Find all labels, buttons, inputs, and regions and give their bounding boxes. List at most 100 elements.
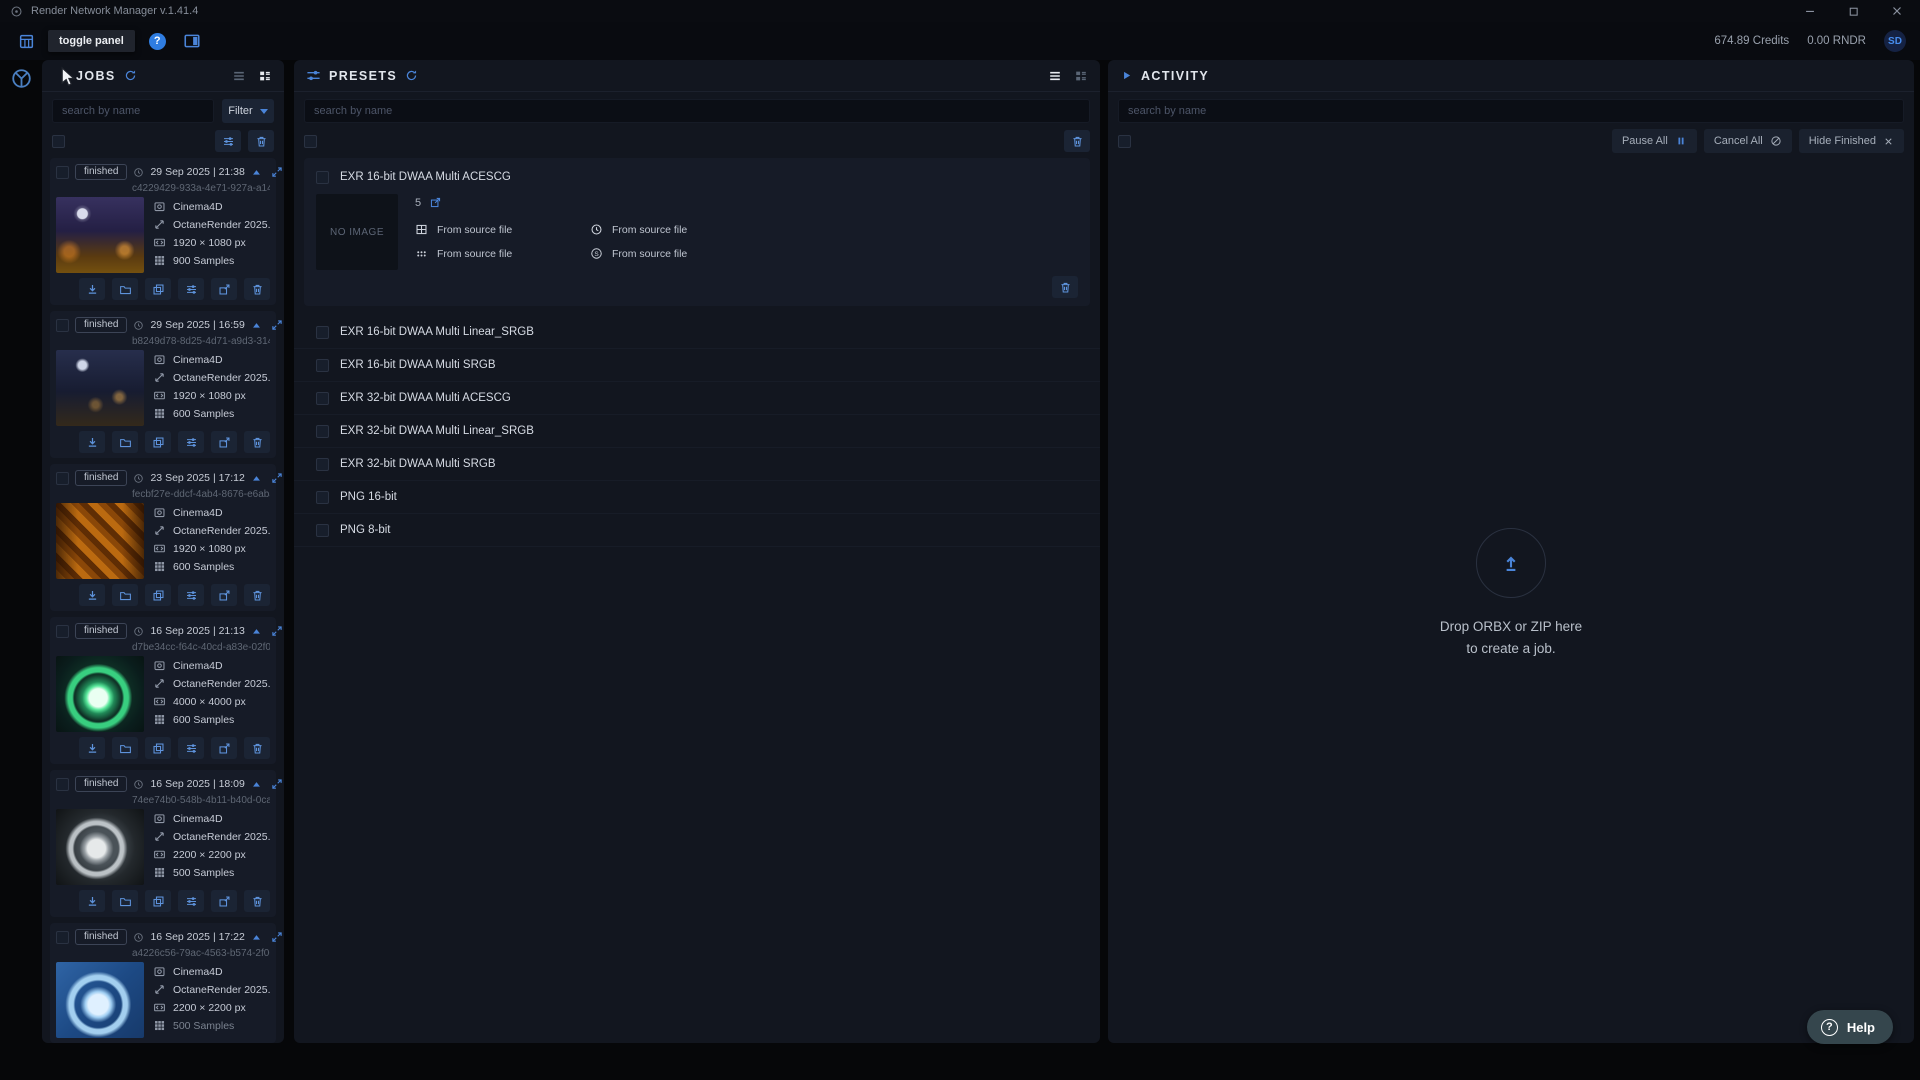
export-icon[interactable] <box>429 196 442 209</box>
job-settings-button[interactable] <box>178 890 204 912</box>
activity-search-input[interactable] <box>1118 99 1904 123</box>
close-button[interactable] <box>1890 4 1904 18</box>
expand-icon[interactable] <box>271 931 283 943</box>
job-settings-button[interactable] <box>178 737 204 759</box>
jobs-batch-delete-button[interactable] <box>248 130 274 152</box>
job-settings-button[interactable] <box>178 431 204 453</box>
duplicate-button[interactable] <box>145 737 171 759</box>
duplicate-button[interactable] <box>145 584 171 606</box>
job-card[interactable]: finished 29 Sep 2025 | 21:38 c4229429-93… <box>50 158 276 305</box>
job-checkbox[interactable] <box>56 625 69 638</box>
presets-search-input[interactable] <box>304 99 1090 123</box>
activity-select-all-checkbox[interactable] <box>1118 135 1131 148</box>
presets-refresh-icon[interactable] <box>405 69 418 82</box>
delete-button[interactable] <box>244 278 270 300</box>
collapse-icon[interactable] <box>251 932 262 943</box>
upload-icon[interactable] <box>1476 528 1546 598</box>
expand-icon[interactable] <box>271 166 283 178</box>
duplicate-button[interactable] <box>145 890 171 912</box>
download-button[interactable] <box>79 584 105 606</box>
preset-row[interactable]: PNG 8-bit <box>294 514 1100 547</box>
preset-row[interactable]: EXR 32-bit DWAA Multi SRGB <box>294 448 1100 481</box>
open-external-button[interactable] <box>211 890 237 912</box>
job-checkbox[interactable] <box>56 931 69 944</box>
job-card[interactable]: finished 16 Sep 2025 | 21:13 d7be34cc-f6… <box>50 617 276 764</box>
preset-checkbox[interactable] <box>316 524 329 537</box>
collapse-icon[interactable] <box>251 167 262 178</box>
presets-card-view-icon[interactable] <box>1074 69 1088 83</box>
open-folder-button[interactable] <box>112 737 138 759</box>
job-card[interactable]: finished 16 Sep 2025 | 18:09 74ee74b0-54… <box>50 770 276 917</box>
job-thumbnail[interactable] <box>56 656 144 732</box>
pause-all-button[interactable]: Pause All <box>1612 129 1697 153</box>
preset-checkbox[interactable] <box>316 359 329 372</box>
open-folder-button[interactable] <box>112 890 138 912</box>
open-external-button[interactable] <box>211 431 237 453</box>
preset-row[interactable]: EXR 32-bit DWAA Multi ACESCG <box>294 382 1100 415</box>
minimize-button[interactable] <box>1803 4 1817 18</box>
preset-delete-button[interactable] <box>1052 276 1078 298</box>
preset-card-expanded[interactable]: EXR 16-bit DWAA Multi ACESCG NO IMAGE 5 … <box>304 158 1090 306</box>
preset-row[interactable]: EXR 16-bit DWAA Multi SRGB <box>294 349 1100 382</box>
jobs-search-input[interactable] <box>52 99 214 123</box>
download-button[interactable] <box>79 278 105 300</box>
download-button[interactable] <box>79 737 105 759</box>
collapse-icon[interactable] <box>251 626 262 637</box>
preset-checkbox[interactable] <box>316 392 329 405</box>
render-network-logo-icon[interactable] <box>11 68 32 1080</box>
download-button[interactable] <box>79 431 105 453</box>
open-folder-button[interactable] <box>112 584 138 606</box>
expand-icon[interactable] <box>271 625 283 637</box>
job-thumbnail[interactable] <box>56 809 144 885</box>
presets-list-view-icon[interactable] <box>1048 69 1062 83</box>
collapse-icon[interactable] <box>251 779 262 790</box>
open-folder-button[interactable] <box>112 278 138 300</box>
expand-icon[interactable] <box>271 472 283 484</box>
help-icon[interactable]: ? <box>149 33 166 50</box>
hide-finished-button[interactable]: Hide Finished <box>1799 129 1904 153</box>
toggle-panel-icon[interactable] <box>14 29 38 53</box>
preset-row[interactable]: EXR 32-bit DWAA Multi Linear_SRGB <box>294 415 1100 448</box>
download-button[interactable] <box>79 890 105 912</box>
maximize-button[interactable] <box>1847 5 1860 18</box>
avatar[interactable]: SD <box>1884 30 1906 52</box>
collapse-icon[interactable] <box>251 320 262 331</box>
job-settings-button[interactable] <box>178 278 204 300</box>
open-external-button[interactable] <box>211 584 237 606</box>
jobs-batch-settings-button[interactable] <box>215 130 241 152</box>
jobs-refresh-icon[interactable] <box>124 69 137 82</box>
job-card[interactable]: finished 16 Sep 2025 | 17:22 a4226c56-79… <box>50 923 276 1043</box>
preset-checkbox[interactable] <box>316 171 329 184</box>
duplicate-button[interactable] <box>145 431 171 453</box>
panel-layout-icon[interactable] <box>180 29 204 53</box>
job-card[interactable]: finished 29 Sep 2025 | 16:59 b8249d78-8d… <box>50 311 276 458</box>
delete-button[interactable] <box>244 584 270 606</box>
cancel-all-button[interactable]: Cancel All <box>1704 129 1792 153</box>
preset-checkbox[interactable] <box>316 458 329 471</box>
preset-checkbox[interactable] <box>316 491 329 504</box>
open-folder-button[interactable] <box>112 431 138 453</box>
jobs-select-all-checkbox[interactable] <box>52 135 65 148</box>
delete-button[interactable] <box>244 737 270 759</box>
preset-row[interactable]: PNG 16-bit <box>294 481 1100 514</box>
job-thumbnail[interactable] <box>56 197 144 273</box>
duplicate-button[interactable] <box>145 278 171 300</box>
jobs-card-view-icon[interactable] <box>258 69 272 83</box>
jobs-list-view-icon[interactable] <box>232 69 246 83</box>
job-checkbox[interactable] <box>56 166 69 179</box>
job-thumbnail[interactable] <box>56 962 144 1038</box>
delete-button[interactable] <box>244 431 270 453</box>
delete-button[interactable] <box>244 890 270 912</box>
presets-delete-button[interactable] <box>1064 130 1090 152</box>
preset-checkbox[interactable] <box>316 425 329 438</box>
open-external-button[interactable] <box>211 737 237 759</box>
collapse-icon[interactable] <box>251 473 262 484</box>
help-button[interactable]: ? Help <box>1807 1010 1893 1044</box>
job-checkbox[interactable] <box>56 778 69 791</box>
jobs-filter-button[interactable]: Filter <box>222 99 274 123</box>
preset-checkbox[interactable] <box>316 326 329 339</box>
presets-select-all-checkbox[interactable] <box>304 135 317 148</box>
preset-row[interactable]: EXR 16-bit DWAA Multi Linear_SRGB <box>294 316 1100 349</box>
job-thumbnail[interactable] <box>56 350 144 426</box>
job-checkbox[interactable] <box>56 472 69 485</box>
